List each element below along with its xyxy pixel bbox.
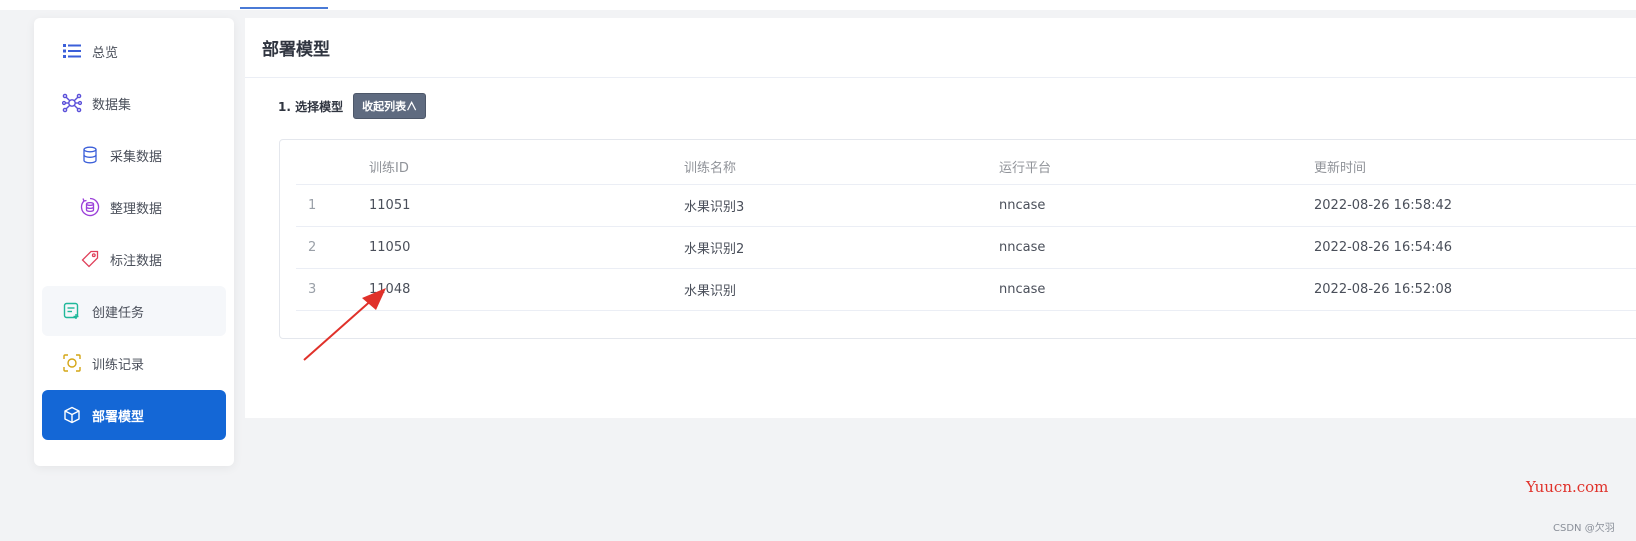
sidebar-item-label: 数据集 bbox=[92, 97, 132, 113]
page-header: 部署模型 bbox=[245, 18, 1636, 78]
model-table: 训练ID 训练名称 运行平台 更新时间 1 11051 水果识别3 nncase… bbox=[296, 150, 1636, 311]
active-tab-indicator bbox=[240, 7, 328, 9]
updated-time-cell: 2022-08-26 16:52:08 bbox=[1314, 268, 1636, 311]
sidebar-item-label: 创建任务 bbox=[92, 305, 145, 321]
sidebar-item-dataset[interactable]: 数据集 bbox=[42, 78, 226, 128]
column-header-training-id: 训练ID bbox=[369, 150, 684, 185]
tag-icon bbox=[80, 249, 100, 269]
database-icon bbox=[80, 145, 100, 165]
training-id-cell: 11048 bbox=[369, 268, 684, 311]
training-record-icon bbox=[62, 353, 82, 373]
watermark: Yuucn.com bbox=[1526, 478, 1609, 496]
platform-cell: nncase bbox=[999, 184, 1314, 227]
sidebar-item-create-task[interactable]: 创建任务 bbox=[42, 286, 226, 336]
table-header-row: 训练ID 训练名称 运行平台 更新时间 bbox=[296, 150, 1636, 185]
database-refresh-icon bbox=[80, 197, 100, 217]
main-panel: 部署模型 1. 选择模型 收起列表∧ 训练ID 训练名称 运行平台 更新时间 1… bbox=[245, 18, 1636, 418]
training-name-cell: 水果识别 bbox=[684, 268, 999, 311]
training-name-cell: 水果识别2 bbox=[684, 226, 999, 269]
row-index: 2 bbox=[296, 226, 369, 269]
collapse-list-button[interactable]: 收起列表∧ bbox=[353, 93, 427, 119]
list-icon bbox=[62, 41, 82, 61]
training-id-cell: 11051 bbox=[369, 184, 684, 227]
model-table-card: 训练ID 训练名称 运行平台 更新时间 1 11051 水果识别3 nncase… bbox=[279, 139, 1636, 339]
updated-time-cell: 2022-08-26 16:58:42 bbox=[1314, 184, 1636, 227]
column-header-updated-time: 更新时间 bbox=[1314, 150, 1636, 185]
column-header-index bbox=[296, 150, 369, 185]
cube-icon bbox=[62, 405, 82, 425]
sidebar-item-label: 整理数据 bbox=[110, 201, 163, 217]
table-row[interactable]: 2 11050 水果识别2 nncase 2022-08-26 16:54:46 bbox=[296, 226, 1636, 269]
sidebar-item-training-records[interactable]: 训练记录 bbox=[42, 338, 226, 388]
platform-cell: nncase bbox=[999, 226, 1314, 269]
column-header-training-name: 训练名称 bbox=[684, 150, 999, 185]
sidebar-item-label: 部署模型 bbox=[92, 409, 145, 425]
task-add-icon bbox=[62, 301, 82, 321]
updated-time-cell: 2022-08-26 16:54:46 bbox=[1314, 226, 1636, 269]
sidebar-item-label: 标注数据 bbox=[110, 253, 163, 269]
sidebar-item-organize-data[interactable]: 整理数据 bbox=[42, 182, 226, 232]
step-row: 1. 选择模型 收起列表∧ bbox=[278, 93, 427, 119]
sidebar: 总览 数据集 采集数据 整理数据 标注数据 创建任务 训练记录 部署模型 bbox=[34, 18, 234, 466]
step-label: 1. 选择模型 bbox=[278, 99, 344, 114]
page-title: 部署模型 bbox=[262, 40, 330, 60]
annotation-arrow-icon bbox=[303, 288, 386, 361]
column-header-platform: 运行平台 bbox=[999, 150, 1314, 185]
training-name-cell: 水果识别3 bbox=[684, 184, 999, 227]
table-row[interactable]: 3 11048 水果识别 nncase 2022-08-26 16:52:08 bbox=[296, 268, 1636, 311]
sidebar-item-collect-data[interactable]: 采集数据 bbox=[42, 130, 226, 180]
training-id-cell: 11050 bbox=[369, 226, 684, 269]
sidebar-item-label: 总览 bbox=[92, 45, 119, 61]
sidebar-item-label: 训练记录 bbox=[92, 357, 145, 373]
credit-text: CSDN @欠羽 bbox=[1553, 523, 1615, 534]
sidebar-item-annotate-data[interactable]: 标注数据 bbox=[42, 234, 226, 284]
row-index: 1 bbox=[296, 184, 369, 227]
network-icon bbox=[62, 93, 82, 113]
sidebar-item-label: 采集数据 bbox=[110, 149, 163, 165]
table-row[interactable]: 1 11051 水果识别3 nncase 2022-08-26 16:58:42 bbox=[296, 184, 1636, 227]
sidebar-item-overview[interactable]: 总览 bbox=[42, 26, 226, 76]
platform-cell: nncase bbox=[999, 268, 1314, 311]
sidebar-item-deploy-model[interactable]: 部署模型 bbox=[42, 390, 226, 440]
